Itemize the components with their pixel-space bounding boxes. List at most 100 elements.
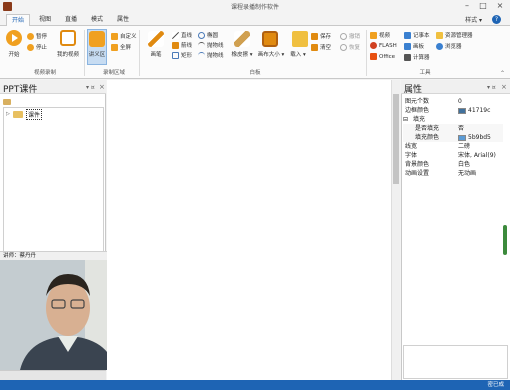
property-row[interactable]: 图元个数 0 bbox=[403, 97, 503, 106]
rect-button[interactable]: 矩形 bbox=[172, 51, 192, 59]
ellipse-icon bbox=[198, 31, 205, 39]
fullscreen-icon bbox=[111, 43, 118, 51]
style-menu[interactable]: 样式 ▾ bbox=[465, 15, 482, 24]
stop-icon bbox=[27, 43, 34, 51]
pause-button[interactable]: 暂停 bbox=[27, 32, 47, 40]
property-value: 0 bbox=[458, 97, 462, 106]
pane-pin-icon[interactable]: ▾ ¤ bbox=[86, 84, 95, 91]
property-row[interactable]: 动画设置 无动画 bbox=[403, 169, 503, 178]
property-value-text: 0 bbox=[458, 98, 462, 105]
property-row[interactable]: ⊟ 填充 bbox=[403, 115, 503, 124]
explorer-button[interactable]: 资源管理器 bbox=[436, 31, 473, 39]
line-label: 直线 bbox=[181, 33, 193, 39]
clear-icon bbox=[311, 43, 318, 51]
arrow-line-button[interactable]: 箭线 bbox=[172, 41, 192, 49]
tools-group-label: 工具 bbox=[419, 70, 431, 76]
property-value: 无动画 bbox=[458, 169, 476, 178]
browser-button[interactable]: 浏览器 bbox=[436, 42, 462, 50]
flash-label: FLASH bbox=[379, 42, 397, 49]
curve-button[interactable]: 抛物线 bbox=[198, 51, 224, 59]
stop-button[interactable]: 停止 bbox=[27, 43, 47, 51]
paint-button[interactable]: 画板 bbox=[404, 42, 424, 50]
courseware-tree[interactable]: ▷ 课件 bbox=[3, 107, 104, 257]
side-scroll-indicator[interactable] bbox=[503, 225, 507, 255]
notepad-icon bbox=[404, 31, 411, 39]
calculator-button[interactable]: 计算器 bbox=[404, 53, 430, 61]
property-row[interactable]: 字体 宋体, Arial(9) bbox=[403, 151, 503, 160]
help-icon[interactable]: ? bbox=[492, 15, 501, 24]
property-row[interactable]: 边框颜色 41719c bbox=[403, 106, 503, 115]
video-tool-label: 视频 bbox=[379, 33, 391, 39]
property-row[interactable]: 背景颜色 白色 bbox=[403, 160, 503, 169]
import-icon[interactable] bbox=[292, 31, 308, 47]
eraser-icon[interactable] bbox=[234, 31, 250, 47]
pane-close-icon[interactable]: × bbox=[99, 83, 105, 91]
canvas-size-text: 画布大小 bbox=[257, 52, 280, 58]
close-icon[interactable]: × bbox=[492, 0, 508, 12]
tab-live[interactable]: 直播 bbox=[60, 14, 82, 26]
property-row[interactable]: 线宽 二磅 bbox=[403, 142, 503, 151]
redo-button[interactable]: 恢复 bbox=[340, 43, 360, 51]
tab-mode[interactable]: 模式 bbox=[86, 14, 108, 26]
curve-arrow-button[interactable]: 抛物线 bbox=[198, 41, 224, 49]
office-button[interactable]: Office bbox=[370, 53, 395, 60]
properties-pane-title: 属性 bbox=[404, 85, 423, 95]
redo-icon bbox=[340, 43, 347, 51]
paint-label: 画板 bbox=[413, 44, 425, 50]
clear-label: 清空 bbox=[320, 45, 332, 51]
folder-icon-toolbar[interactable] bbox=[3, 99, 11, 105]
tree-item-courseware[interactable]: 课件 bbox=[26, 109, 43, 120]
maximize-icon[interactable]: □ bbox=[475, 0, 491, 12]
property-value: 41719c bbox=[458, 106, 490, 115]
fullscreen-button[interactable]: 全屏 bbox=[111, 43, 131, 51]
play-triangle bbox=[12, 34, 18, 42]
clear-button[interactable]: 清空 bbox=[311, 43, 331, 51]
tab-properties[interactable]: 属性 bbox=[112, 14, 134, 26]
rect-icon bbox=[172, 51, 179, 59]
property-key: 背景颜色 bbox=[405, 161, 430, 168]
property-value: 白色 bbox=[458, 160, 470, 169]
tree-expander-icon[interactable]: ▷ bbox=[6, 111, 10, 117]
undo-button[interactable]: 撤销 bbox=[340, 32, 360, 40]
line-button[interactable]: 直线 bbox=[172, 31, 192, 39]
start-record-label: 开始 bbox=[8, 52, 20, 58]
stop-label: 停止 bbox=[36, 45, 48, 51]
color-swatch[interactable] bbox=[458, 107, 466, 114]
folder-icon bbox=[13, 111, 23, 118]
pen-icon[interactable] bbox=[148, 31, 164, 47]
ellipse-label: 椭圆 bbox=[207, 33, 219, 39]
video-tool-button[interactable]: 视频 bbox=[370, 31, 390, 39]
custom-area-button[interactable]: 自定义 bbox=[111, 32, 137, 40]
scroll-thumb[interactable] bbox=[393, 94, 399, 184]
canvas-vertical-scrollbar[interactable] bbox=[391, 80, 400, 380]
collapse-ribbon-icon[interactable]: ⌃ bbox=[500, 70, 505, 77]
pane-close-icon[interactable]: × bbox=[501, 83, 507, 91]
property-key: 填充 bbox=[413, 116, 426, 123]
bottom-tab-strip bbox=[0, 370, 106, 380]
notepad-button[interactable]: 记事本 bbox=[404, 31, 430, 39]
canvas-size-icon[interactable] bbox=[262, 31, 278, 47]
property-row[interactable]: 是否填充 否 bbox=[403, 124, 503, 133]
minimize-icon[interactable]: – bbox=[459, 0, 475, 12]
flash-button[interactable]: FLASH bbox=[370, 42, 397, 49]
pane-pin-icon[interactable]: ▾ ¤ bbox=[487, 84, 496, 91]
save-button[interactable]: 保存 bbox=[311, 32, 331, 40]
property-row[interactable]: 填充颜色 5b9bd5 bbox=[403, 133, 503, 142]
fullscreen-label: 全屏 bbox=[120, 45, 132, 51]
group-collapse-icon[interactable]: ⊟ bbox=[403, 116, 408, 123]
app-window: 课程录播制作软件 – □ × 开始 视图 直播 模式 属性 样式 ▾ ? 开始 … bbox=[0, 0, 510, 390]
property-key: 填充颜色 bbox=[415, 134, 440, 141]
ribbon-separator bbox=[139, 30, 140, 76]
property-value: 二磅 bbox=[458, 142, 470, 151]
property-value: 5b9bd5 bbox=[458, 133, 491, 142]
whiteboard-canvas[interactable] bbox=[107, 80, 397, 380]
ellipse-button[interactable]: 椭圆 bbox=[198, 31, 218, 39]
lecture-area-label: 讲义区 bbox=[88, 52, 106, 58]
undo-icon bbox=[340, 32, 347, 40]
tab-view[interactable]: 视图 bbox=[34, 14, 56, 26]
my-video-icon[interactable] bbox=[60, 30, 76, 46]
curve-icon bbox=[198, 51, 205, 59]
property-key: 线宽 bbox=[405, 143, 418, 150]
window-title: 课程录播制作软件 bbox=[230, 4, 279, 11]
color-swatch[interactable] bbox=[458, 134, 466, 141]
